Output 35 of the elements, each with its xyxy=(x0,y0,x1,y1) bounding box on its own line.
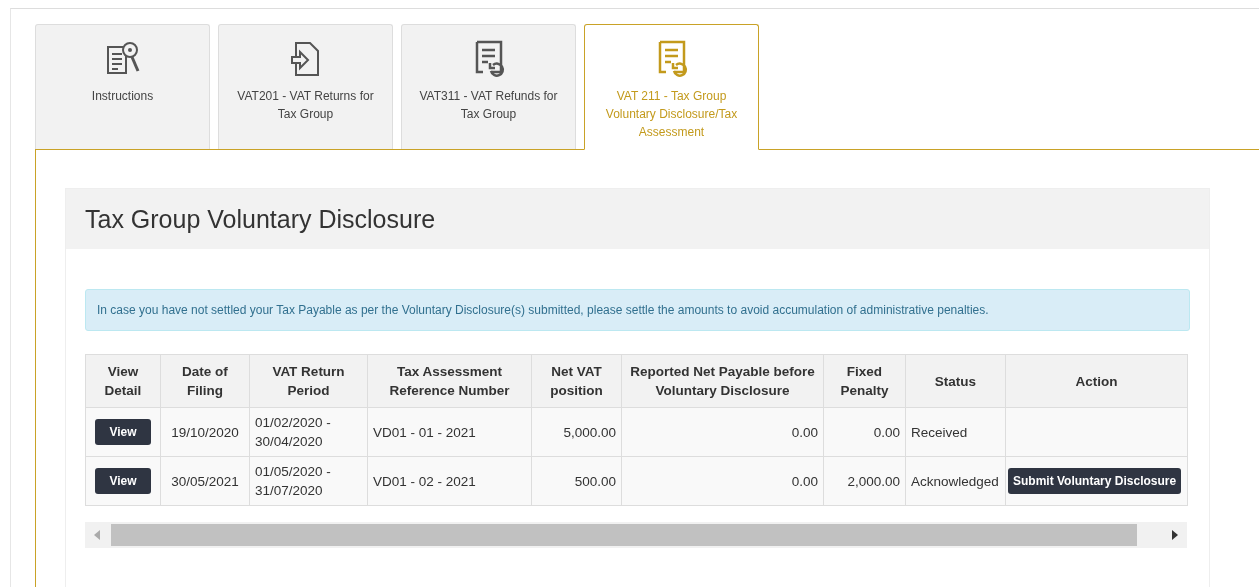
table-cell: 30/05/2021 xyxy=(171,473,239,489)
table-cell: Received xyxy=(911,424,968,440)
scrollbar-thumb[interactable] xyxy=(111,524,1137,546)
table-cell: 01/02/2020 - 30/04/2020 xyxy=(255,415,331,449)
tab[interactable]: VAT201 - VAT Returns for Tax Group xyxy=(218,24,393,149)
column-header: Date of Filing xyxy=(160,354,250,408)
table-cell: 0.00 xyxy=(791,424,818,440)
table-cell: 01/05/2020 - 31/07/2020 xyxy=(255,464,331,498)
column-header: Tax Assessment Reference Number xyxy=(367,354,532,408)
table-cell: VD01 - 01 - 2021 xyxy=(373,424,476,440)
tab[interactable]: Instructions xyxy=(35,24,210,149)
table-cell: 2,000.00 xyxy=(847,473,900,489)
view-button[interactable]: View xyxy=(95,468,151,494)
view-button[interactable]: View xyxy=(95,419,151,445)
column-header: Net VAT position xyxy=(531,354,622,408)
column-header: Action xyxy=(1005,354,1188,408)
table-cell: Acknowledged xyxy=(911,473,999,489)
table-cell: VD01 - 02 - 2021 xyxy=(373,473,476,489)
horizontal-scrollbar[interactable] xyxy=(85,522,1187,548)
table-cell: 0.00 xyxy=(873,424,900,440)
info-alert: In case you have not settled your Tax Payable as per the Voluntary Disclosure(s) submitted, please settle the amounts to avoid accumulation of administrative penalties. xyxy=(85,289,1190,331)
column-header: Reported Net Payable before Voluntary Disclosure xyxy=(621,354,824,408)
submit-button[interactable]: Submit Voluntary Disclosure xyxy=(1008,468,1182,494)
table-cell: 19/10/2020 xyxy=(171,424,239,440)
scroll-right-icon[interactable] xyxy=(1171,530,1179,540)
column-header: Status xyxy=(905,354,1006,408)
table-cell: 500.00 xyxy=(574,473,616,489)
section-title: Tax Group Voluntary Disclosure xyxy=(85,204,436,234)
table-cell: 5,000.00 xyxy=(563,424,616,440)
column-header: Fixed Penalty xyxy=(823,354,906,408)
scroll-left-icon[interactable] xyxy=(93,530,101,540)
tab[interactable]: VAT311 - VAT Refunds for Tax Group xyxy=(401,24,576,149)
column-header: VAT Return Period xyxy=(249,354,368,408)
column-header: View Detail xyxy=(85,354,161,408)
table-cell: 0.00 xyxy=(791,473,818,489)
